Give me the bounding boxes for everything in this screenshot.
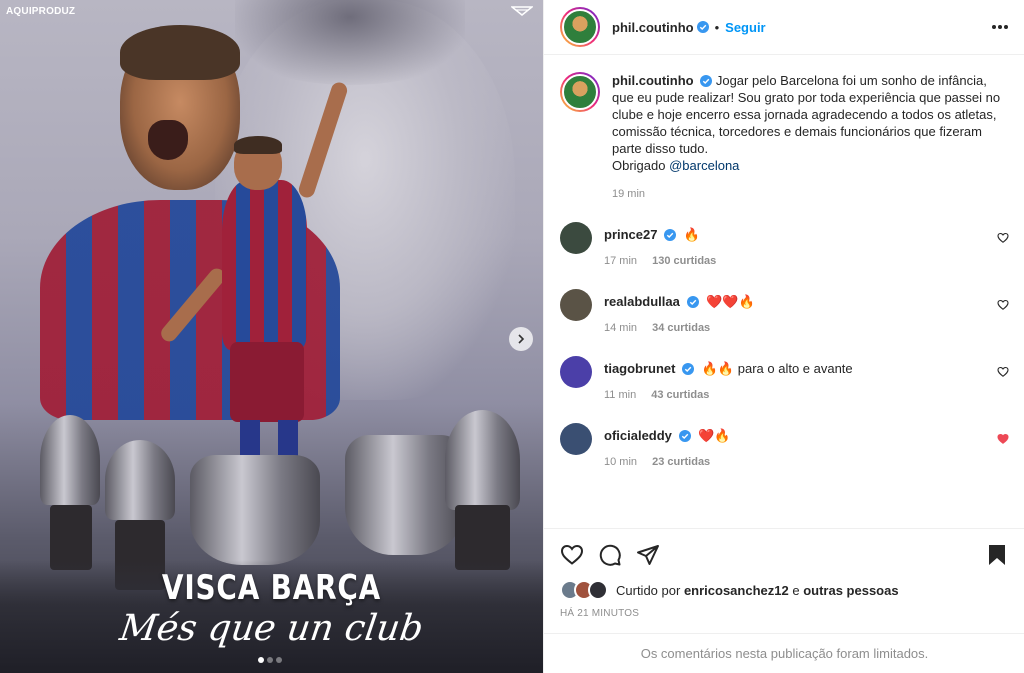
comment-icon[interactable] — [598, 543, 622, 567]
comment-likes[interactable]: 43 curtidas — [651, 389, 709, 401]
carousel-dot — [267, 657, 273, 663]
more-options-icon[interactable] — [992, 25, 1008, 29]
separator-dot: • — [714, 19, 720, 35]
commenter-avatar[interactable] — [560, 222, 592, 254]
comment-text: ❤️🔥 — [698, 428, 731, 443]
player-hair-small — [234, 136, 282, 154]
commenter-username[interactable]: tiagobrunet — [604, 361, 676, 376]
post-timestamp[interactable]: HÁ 21 MINUTOS — [544, 600, 1024, 619]
verified-badge-icon — [686, 296, 699, 308]
trophy — [445, 410, 520, 510]
comment-row: tiagobrunet 🔥🔥 para o alto e avante 11 m… — [560, 356, 1009, 401]
player-hair-large — [120, 25, 240, 80]
verified-badge-icon — [664, 229, 677, 241]
watermark-text: AQUIPRODUZ — [6, 6, 76, 17]
caption-text: phil.coutinho Jogar pelo Barcelona foi u… — [612, 72, 1002, 174]
comment-like-icon[interactable] — [997, 232, 1009, 244]
author-avatar-image — [562, 9, 598, 45]
trophy — [40, 415, 100, 505]
post-header: phil.coutinho • Seguir — [544, 0, 1024, 55]
post-image[interactable]: AQUIPRODUZ VISCA BARÇA Més que un club — [0, 0, 543, 673]
post-actions: Curtido por enricosanchez12 e outras pes… — [544, 528, 1024, 673]
chevron-right-icon — [518, 334, 525, 344]
image-subline: Més que un club — [117, 608, 426, 649]
comment-body: prince27 🔥 17 min 130 curtidas — [604, 222, 1009, 267]
author-avatar[interactable] — [560, 72, 600, 112]
liker-username[interactable]: enricosanchez12 — [684, 583, 789, 598]
carousel-dot — [258, 657, 264, 663]
player-mouth — [148, 120, 188, 160]
comment-body: oficialeddy ❤️🔥 10 min 23 curtidas — [604, 423, 1009, 468]
verified-badge-icon — [682, 363, 695, 375]
likes-summary: Curtido por enricosanchez12 e outras pes… — [544, 571, 1024, 600]
carousel-indicator — [258, 657, 282, 663]
author-avatar[interactable] — [560, 7, 600, 47]
like-icon[interactable] — [560, 543, 584, 567]
author-avatar-image — [562, 74, 598, 110]
comment-body: tiagobrunet 🔥🔥 para o alto e avante 11 m… — [604, 356, 1009, 401]
verified-badge-icon — [678, 430, 691, 442]
player-shorts — [230, 342, 304, 422]
comment-row: prince27 🔥 17 min 130 curtidas — [560, 222, 1009, 267]
post-caption: phil.coutinho Jogar pelo Barcelona foi u… — [560, 72, 1009, 200]
caption-username[interactable]: phil.coutinho — [612, 73, 694, 88]
caption-thanks: Obrigado — [612, 158, 666, 173]
comment-time[interactable]: 14 min — [604, 322, 637, 334]
commenter-avatar[interactable] — [560, 356, 592, 388]
comment-row: oficialeddy ❤️🔥 10 min 23 curtidas — [560, 423, 1009, 468]
follow-button[interactable]: Seguir — [725, 20, 765, 35]
comment-likes[interactable]: 34 curtidas — [652, 322, 710, 334]
liker-avatar — [588, 580, 608, 600]
next-slide-button[interactable] — [509, 327, 533, 351]
caption-time: 19 min — [612, 188, 646, 200]
comments-limited-notice: Os comentários nesta publicação foram li… — [544, 633, 1024, 673]
trophy — [105, 440, 175, 520]
post-panel: phil.coutinho • Seguir phil.coutinho Jog… — [543, 0, 1024, 673]
comment-text: 🔥 — [683, 227, 700, 242]
comment-text: ❤️❤️🔥 — [706, 294, 755, 309]
comment-time[interactable]: 11 min — [604, 389, 636, 401]
commenter-username[interactable]: realabdullaa — [604, 294, 680, 309]
comments-list: phil.coutinho Jogar pelo Barcelona foi u… — [544, 56, 1024, 528]
commenter-avatar[interactable] — [560, 423, 592, 455]
mention-link[interactable]: @barcelona — [669, 158, 739, 173]
comment-text: 🔥🔥 para o alto e avante — [701, 361, 853, 376]
commenter-username[interactable]: oficialeddy — [604, 428, 672, 443]
share-icon[interactable] — [636, 543, 660, 567]
carousel-dot — [276, 657, 282, 663]
author-username[interactable]: phil.coutinho — [612, 20, 694, 35]
verified-badge-icon — [700, 75, 713, 87]
player-jersey-small — [222, 180, 307, 350]
image-headline: VISCA BARÇA — [161, 568, 382, 608]
commenter-username[interactable]: prince27 — [604, 227, 657, 242]
brand-logo-icon — [511, 6, 533, 16]
likes-prefix: Curtido por — [616, 582, 681, 598]
comment-like-icon[interactable] — [997, 433, 1009, 445]
comment-likes[interactable]: 130 curtidas — [652, 255, 716, 267]
likes-others-link[interactable]: outras pessoas — [803, 583, 898, 598]
comment-like-icon[interactable] — [997, 299, 1009, 311]
comment-like-icon[interactable] — [997, 366, 1009, 378]
verified-badge-icon — [696, 21, 709, 33]
comment-time[interactable]: 10 min — [604, 456, 637, 468]
trophy — [190, 455, 320, 565]
comment-likes[interactable]: 23 curtidas — [652, 456, 710, 468]
comment-row: realabdullaa ❤️❤️🔥 14 min 34 curtidas — [560, 289, 1009, 334]
likes-joiner: e — [792, 582, 800, 598]
background-portrait-hair — [235, 0, 465, 85]
comment-body: realabdullaa ❤️❤️🔥 14 min 34 curtidas — [604, 289, 1009, 334]
save-icon[interactable] — [985, 543, 1009, 567]
commenter-avatar[interactable] — [560, 289, 592, 321]
liker-avatars[interactable] — [560, 580, 608, 600]
comment-time[interactable]: 17 min — [604, 255, 637, 267]
